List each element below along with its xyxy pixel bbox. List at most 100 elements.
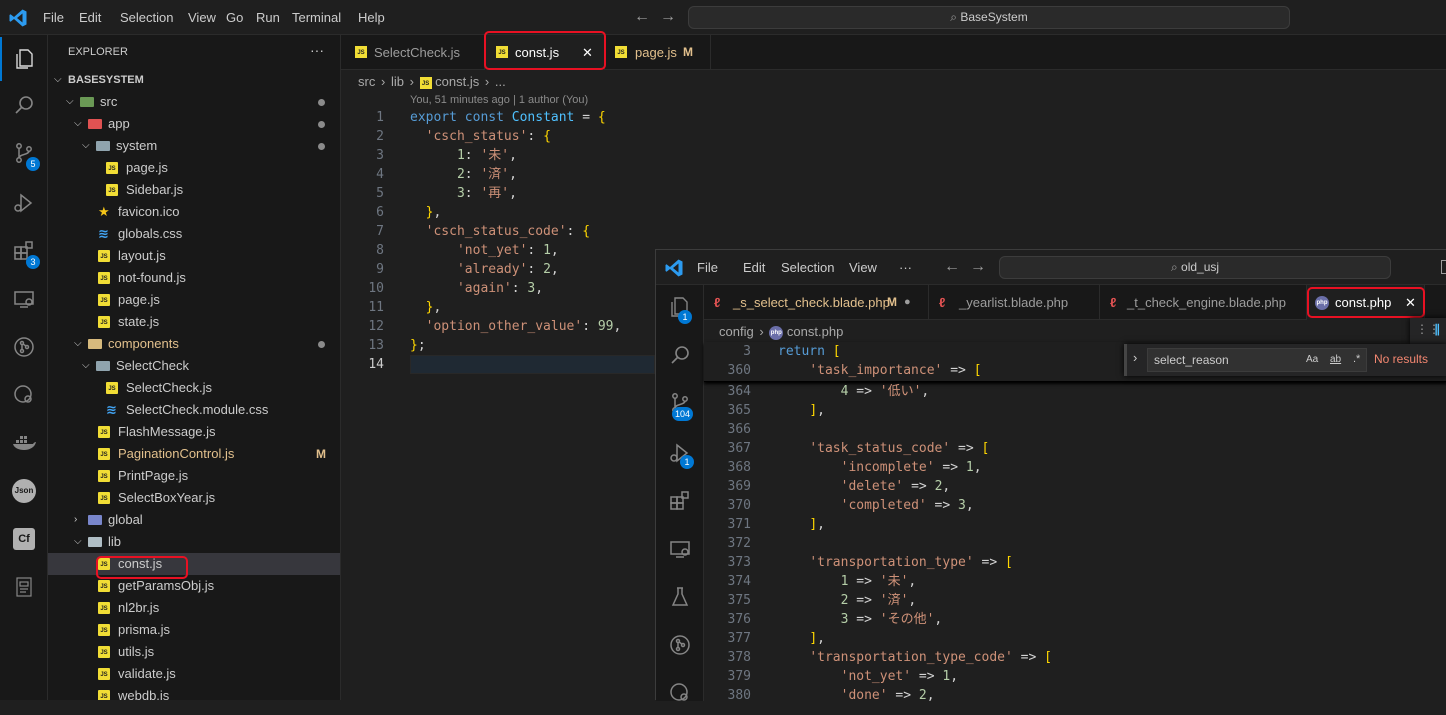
tree-item[interactable]: › global bbox=[48, 509, 340, 531]
tree-item[interactable]: JS getParamsObj.js bbox=[48, 575, 340, 597]
workspace-root[interactable]: ⌵ BASESYSTEM bbox=[48, 69, 340, 91]
command-center-search[interactable]: ⌕ old_usj bbox=[999, 256, 1391, 279]
tree-item[interactable]: JS page.js bbox=[48, 289, 340, 311]
timeline-icon[interactable] bbox=[0, 373, 48, 417]
forward-arrow-icon[interactable]: → bbox=[970, 258, 986, 276]
menu-go[interactable]: Go bbox=[226, 0, 243, 35]
menu-file[interactable]: File bbox=[697, 250, 718, 285]
regex-icon[interactable]: .* bbox=[1353, 353, 1360, 365]
tree-item[interactable]: JS SelectBoxYear.js bbox=[48, 487, 340, 509]
json-icon[interactable]: Json bbox=[0, 469, 48, 513]
tree-item[interactable]: JS FlashMessage.js bbox=[48, 421, 340, 443]
tree-item[interactable]: ⌵ SelectCheck bbox=[48, 355, 340, 377]
tree-item-label: page.js bbox=[126, 160, 168, 175]
breadcrumb-item[interactable]: lib bbox=[391, 74, 404, 89]
explorer-icon[interactable]: 1 bbox=[656, 285, 704, 329]
tab-yearlist[interactable]: ℓ _yearlist.blade.php bbox=[929, 285, 1100, 320]
extensions-icon[interactable]: 3 bbox=[0, 229, 48, 273]
match-case-icon[interactable]: Aa bbox=[1306, 354, 1318, 365]
run-debug-icon[interactable] bbox=[0, 181, 48, 225]
tree-item[interactable]: JS utils.js bbox=[48, 641, 340, 663]
testing-icon[interactable] bbox=[656, 575, 704, 619]
tree-item[interactable]: JS validate.js bbox=[48, 663, 340, 685]
remote-explorer-icon[interactable] bbox=[656, 527, 704, 571]
tree-item[interactable]: ≋ globals.css bbox=[48, 223, 340, 245]
tree-item[interactable]: JS nl2br.js bbox=[48, 597, 340, 619]
tree-item[interactable]: ⌵ app bbox=[48, 113, 340, 135]
tree-item[interactable]: JS not-found.js bbox=[48, 267, 340, 289]
command-center-search[interactable]: ⌕ BaseSystem bbox=[688, 6, 1290, 29]
breadcrumb-item[interactable]: const.js bbox=[435, 74, 479, 89]
chevron-down-icon: ⌵ bbox=[74, 118, 82, 129]
menu-[interactable]: ··· bbox=[899, 250, 912, 285]
tree-item[interactable]: JS state.js bbox=[48, 311, 340, 333]
search-view-icon[interactable] bbox=[656, 333, 704, 377]
explorer-icon[interactable] bbox=[0, 37, 48, 81]
tree-item-label: state.js bbox=[118, 314, 160, 329]
run-debug-icon[interactable]: 1 bbox=[656, 431, 704, 475]
menu-view[interactable]: View bbox=[849, 250, 877, 285]
tree-item[interactable]: JS PaginationControl.js M bbox=[48, 443, 340, 465]
menu-selection[interactable]: Selection bbox=[120, 0, 173, 35]
tab-s-select-check[interactable]: ℓ _s_select_check.blade.php M ● bbox=[704, 285, 929, 320]
sticky-line: 'task_importance' => [ bbox=[809, 363, 982, 378]
menu-help[interactable]: Help bbox=[358, 0, 385, 35]
code-line: 1 => '未', bbox=[840, 574, 917, 589]
tree-item[interactable]: JS const.js bbox=[48, 553, 340, 575]
chevron-right-icon[interactable]: › bbox=[1133, 350, 1137, 365]
search-view-icon[interactable] bbox=[0, 83, 48, 127]
tree-item[interactable]: JS prisma.js bbox=[48, 619, 340, 641]
file-tool-icon[interactable] bbox=[0, 565, 48, 609]
docker-icon[interactable] bbox=[0, 421, 48, 465]
tree-item[interactable]: ⌵ lib bbox=[48, 531, 340, 553]
whole-word-icon[interactable]: ab bbox=[1330, 354, 1341, 365]
tab-selectcheck[interactable]: JS SelectCheck.js bbox=[341, 35, 485, 70]
breadcrumb-item[interactable]: src bbox=[358, 74, 375, 89]
git-graph-icon[interactable] bbox=[656, 623, 704, 667]
menu-file[interactable]: File bbox=[43, 0, 64, 35]
chevron-down-icon: ⌵ bbox=[54, 74, 62, 85]
tree-item[interactable]: ⌵ src bbox=[48, 91, 340, 113]
tree-item[interactable]: JS Sidebar.js bbox=[48, 179, 340, 201]
back-arrow-icon[interactable]: ← bbox=[634, 8, 650, 26]
source-control-icon[interactable]: 104 bbox=[656, 381, 704, 425]
js-file-icon: JS bbox=[98, 250, 110, 262]
menu-terminal[interactable]: Terminal bbox=[292, 0, 341, 35]
code-line: 'task_status_code' => [ bbox=[809, 441, 990, 456]
tree-item[interactable]: JS layout.js bbox=[48, 245, 340, 267]
breadcrumb-item[interactable]: const.php bbox=[787, 324, 843, 339]
tree-item[interactable]: JS PrintPage.js bbox=[48, 465, 340, 487]
tab-t-check-engine[interactable]: ℓ _t_check_engine.blade.php bbox=[1100, 285, 1307, 320]
more-actions-icon[interactable]: ··· bbox=[310, 42, 324, 58]
tree-item[interactable]: JS page.js bbox=[48, 157, 340, 179]
code-editor[interactable]: 3 return [360 'task_importance' => [ 364 … bbox=[704, 342, 1446, 703]
timeline-icon[interactable] bbox=[656, 671, 704, 715]
tab-page-js[interactable]: JS page.js M bbox=[605, 35, 711, 70]
codelens-blame[interactable]: You, 51 minutes ago | 1 author (You) bbox=[410, 94, 588, 106]
find-input[interactable]: select_reason Aa ab .* bbox=[1147, 348, 1367, 372]
menu-edit[interactable]: Edit bbox=[743, 250, 765, 285]
forward-arrow-icon[interactable]: → bbox=[660, 8, 676, 26]
pause-icon[interactable]: ∥ bbox=[1434, 322, 1440, 336]
cloudformation-icon[interactable]: Cf bbox=[0, 517, 48, 561]
breadcrumb-item[interactable]: config bbox=[719, 324, 754, 339]
tree-item-label: lib bbox=[108, 534, 122, 549]
tree-item[interactable]: JS SelectCheck.js bbox=[48, 377, 340, 399]
extensions-icon[interactable] bbox=[656, 479, 704, 523]
dirty-dot-icon[interactable]: ● bbox=[904, 285, 911, 320]
remote-explorer-icon[interactable] bbox=[0, 277, 48, 321]
menu-view[interactable]: View bbox=[188, 0, 216, 35]
tree-item[interactable]: ≋ SelectCheck.module.css bbox=[48, 399, 340, 421]
menu-run[interactable]: Run bbox=[256, 0, 280, 35]
menu-selection[interactable]: Selection bbox=[781, 250, 834, 285]
layout-icon[interactable] bbox=[1441, 260, 1446, 274]
menu-edit[interactable]: Edit bbox=[79, 0, 101, 35]
tree-item[interactable]: ⌵ system bbox=[48, 135, 340, 157]
tree-item[interactable]: JS webdb.js bbox=[48, 685, 340, 700]
back-arrow-icon[interactable]: ← bbox=[944, 258, 960, 276]
tree-item[interactable]: ★ favicon.ico bbox=[48, 201, 340, 223]
breadcrumb-item[interactable]: ... bbox=[495, 74, 506, 89]
tree-item[interactable]: ⌵ components bbox=[48, 333, 340, 355]
git-graph-icon[interactable] bbox=[0, 325, 48, 369]
source-control-icon[interactable]: 5 bbox=[0, 131, 48, 175]
